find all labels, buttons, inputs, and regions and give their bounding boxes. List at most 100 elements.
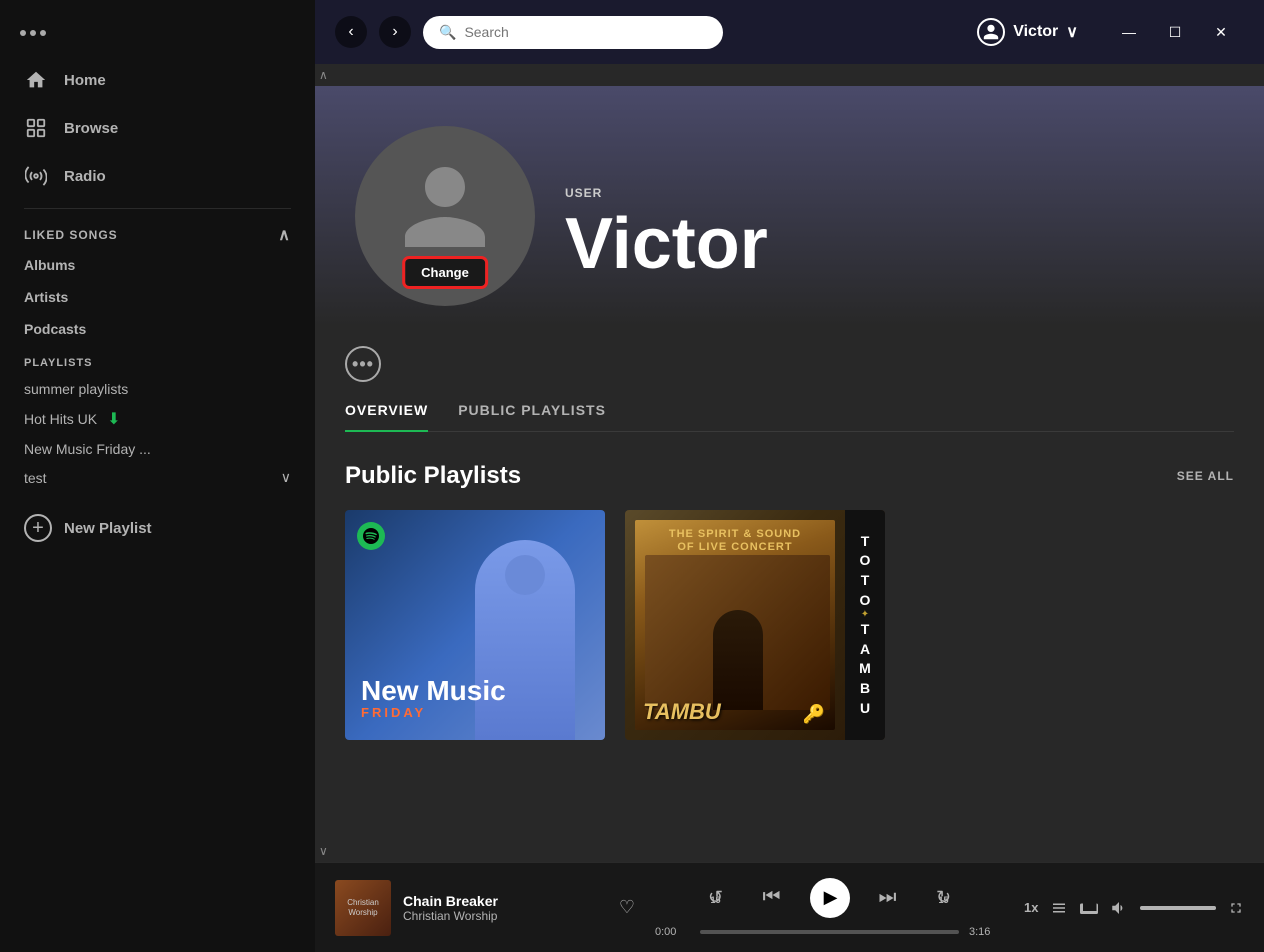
nav-home-label: Home bbox=[64, 72, 106, 89]
sidebar-item-home[interactable]: Home bbox=[0, 56, 315, 104]
sidebar-item-albums[interactable]: Albums bbox=[0, 249, 315, 281]
plus-circle-icon: + bbox=[24, 514, 52, 542]
nmf-text-container: New Music FRIDAY bbox=[361, 677, 506, 720]
playlist-hot-hits[interactable]: Hot Hits UK ⬇ bbox=[0, 403, 315, 435]
section-title: Public Playlists bbox=[345, 462, 521, 490]
like-button[interactable]: ♡ bbox=[619, 897, 635, 918]
profile-username: Victor bbox=[565, 208, 768, 280]
nav-browse-label: Browse bbox=[64, 120, 118, 137]
playlist-cover-toto: The Spirit & Soundof Live Concert TAMBU … bbox=[625, 510, 885, 740]
progress-row: 0:00 3:16 bbox=[655, 926, 1004, 938]
chevron-down-icon: ∨ bbox=[281, 469, 291, 486]
toto-book: The Spirit & Soundof Live Concert TAMBU … bbox=[635, 520, 835, 730]
search-icon: 🔍 bbox=[439, 24, 456, 41]
playlist-summer[interactable]: summer playlists bbox=[0, 375, 315, 403]
spotify-icon bbox=[357, 522, 385, 550]
scroll-up-arrow[interactable]: ∧ bbox=[315, 64, 1264, 86]
user-avatar-icon bbox=[977, 18, 1005, 46]
sidebar-divider bbox=[24, 208, 291, 209]
volume-bar[interactable] bbox=[1140, 906, 1216, 910]
control-buttons: ↺ 15 ⏮ ▶ ⏭ ↻ 15 bbox=[698, 878, 962, 918]
new-playlist-button[interactable]: + New Playlist bbox=[0, 500, 315, 556]
change-photo-button[interactable]: Change bbox=[405, 259, 485, 286]
search-bar[interactable]: 🔍 bbox=[423, 16, 723, 49]
next-track-button[interactable]: ⏭ bbox=[870, 880, 906, 916]
new-playlist-label: New Playlist bbox=[64, 520, 152, 537]
playback-speed-button[interactable]: 1x bbox=[1024, 900, 1038, 915]
scroll-down-arrow[interactable]: ∨ bbox=[315, 840, 1264, 862]
playlist-card-nmf[interactable]: New Music FRIDAY bbox=[345, 510, 605, 740]
browse-icon bbox=[24, 116, 48, 140]
sidebar-item-podcasts[interactable]: Podcasts bbox=[0, 313, 315, 345]
user-area[interactable]: Victor ∨ bbox=[977, 18, 1078, 46]
tab-overview[interactable]: OVERVIEW bbox=[345, 402, 428, 432]
forward-arrow-icon: › bbox=[392, 23, 397, 41]
track-name: Chain Breaker bbox=[403, 893, 607, 909]
top-nav: ‹ › 🔍 Victor ∨ bbox=[315, 0, 1264, 64]
avatar-icon bbox=[395, 157, 495, 276]
download-icon: ⬇ bbox=[107, 409, 120, 429]
menu-dots-icon[interactable] bbox=[20, 30, 46, 36]
window-controls: — ☐ ✕ bbox=[1106, 16, 1244, 48]
user-type-label: USER bbox=[565, 186, 768, 200]
now-playing: Christian Worship Chain Breaker Christia… bbox=[335, 880, 635, 936]
close-button[interactable]: ✕ bbox=[1198, 16, 1244, 48]
devices-button[interactable] bbox=[1080, 899, 1098, 917]
total-time: 3:16 bbox=[969, 926, 1004, 938]
skip-forward-15-button[interactable]: ↻ 15 bbox=[926, 880, 962, 916]
see-all-button[interactable]: SEE ALL bbox=[1177, 469, 1234, 483]
playlist-test[interactable]: test ∨ bbox=[0, 463, 315, 492]
nmf-text-new: New Music bbox=[361, 677, 506, 705]
playlist-card-toto[interactable]: The Spirit & Soundof Live Concert TAMBU … bbox=[625, 510, 885, 740]
tab-public-playlists[interactable]: PUBLIC PLAYLISTS bbox=[458, 402, 606, 432]
profile-area: Change USER Victor bbox=[315, 86, 1264, 326]
toto-side-text: T O T O ✦ T A M B U bbox=[845, 510, 885, 740]
sidebar-item-artists[interactable]: Artists bbox=[0, 281, 315, 313]
fullscreen-button[interactable] bbox=[1228, 900, 1244, 916]
radio-icon bbox=[24, 164, 48, 188]
previous-track-button[interactable]: ⏮ bbox=[754, 880, 790, 916]
minimize-button[interactable]: — bbox=[1106, 16, 1152, 48]
user-dropdown-icon: ∨ bbox=[1066, 22, 1078, 42]
play-icon: ▶ bbox=[824, 887, 838, 908]
sidebar: Home Browse bbox=[0, 0, 315, 952]
content-area: ••• OVERVIEW PUBLIC PLAYLISTS Public Pla… bbox=[315, 326, 1264, 840]
right-panel: ‹ › 🔍 Victor ∨ bbox=[315, 0, 1264, 952]
username-display: Victor bbox=[1013, 23, 1058, 41]
back-button[interactable]: ‹ bbox=[335, 16, 367, 48]
toto-background: The Spirit & Soundof Live Concert TAMBU … bbox=[625, 510, 885, 740]
forward-button[interactable]: › bbox=[379, 16, 411, 48]
home-icon bbox=[24, 68, 48, 92]
track-artist: Christian Worship bbox=[403, 909, 607, 923]
maximize-button[interactable]: ☐ bbox=[1152, 16, 1198, 48]
more-options-button[interactable]: ••• bbox=[345, 346, 381, 382]
volume-fill bbox=[1140, 906, 1216, 910]
nav-radio-label: Radio bbox=[64, 168, 106, 185]
playlists-label: PLAYLISTS bbox=[0, 345, 315, 375]
skip-back-15-button[interactable]: ↺ 15 bbox=[698, 880, 734, 916]
sidebar-menu[interactable] bbox=[0, 20, 315, 56]
back-arrow-icon: ‹ bbox=[348, 23, 353, 41]
playlists-grid: New Music FRIDAY bbox=[345, 510, 1234, 740]
sidebar-item-radio[interactable]: Radio bbox=[0, 152, 315, 200]
liked-songs-header[interactable]: Liked Songs ∧ bbox=[0, 217, 315, 249]
search-input[interactable] bbox=[464, 24, 707, 40]
profile-info: USER Victor bbox=[565, 186, 768, 306]
player-bar: Christian Worship Chain Breaker Christia… bbox=[315, 862, 1264, 952]
volume-button[interactable] bbox=[1110, 899, 1128, 917]
player-controls: ↺ 15 ⏮ ▶ ⏭ ↻ 15 bbox=[655, 878, 1004, 938]
nmf-text-friday: FRIDAY bbox=[361, 705, 506, 720]
sidebar-item-browse[interactable]: Browse bbox=[0, 104, 315, 152]
progress-bar[interactable] bbox=[700, 930, 959, 934]
current-time: 0:00 bbox=[655, 926, 690, 938]
play-pause-button[interactable]: ▶ bbox=[810, 878, 850, 918]
liked-songs-label: Liked Songs bbox=[24, 228, 118, 242]
public-playlists-header: Public Playlists SEE ALL bbox=[345, 462, 1234, 490]
tabs: OVERVIEW PUBLIC PLAYLISTS bbox=[345, 402, 1234, 432]
track-info: Chain Breaker Christian Worship bbox=[403, 893, 607, 923]
playlist-new-music-friday[interactable]: New Music Friday ... bbox=[0, 435, 315, 463]
chevron-up-icon: ∧ bbox=[278, 225, 291, 245]
queue-button[interactable] bbox=[1050, 899, 1068, 917]
player-right-controls: 1x bbox=[1024, 899, 1244, 917]
album-thumbnail: Christian Worship bbox=[335, 880, 391, 936]
